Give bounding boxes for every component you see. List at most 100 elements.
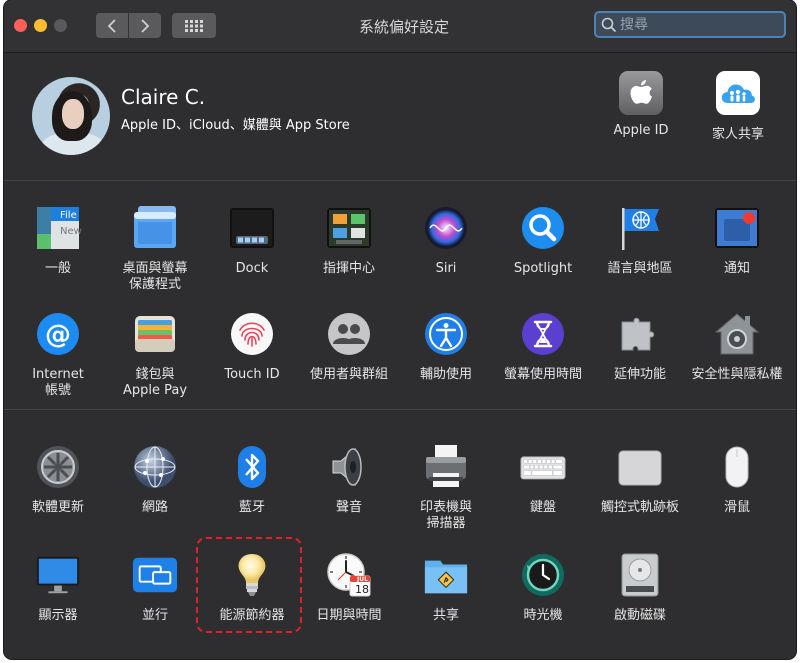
accessibility-icon (423, 311, 469, 357)
pref-sharing[interactable]: 共享 (399, 552, 493, 624)
pref-sidecar[interactable]: 並行 (108, 552, 202, 624)
pref-wallet-apple-pay[interactable]: 錢包與 Apple Pay (108, 311, 202, 399)
pref-desktop-screensaver[interactable]: 桌面與螢幕 保護程式 (108, 205, 202, 293)
avatar[interactable] (32, 77, 110, 155)
show-all-button[interactable] (172, 13, 216, 38)
forward-button[interactable] (129, 13, 161, 38)
close-button[interactable] (14, 19, 27, 32)
pref-label: 鍵盤 (529, 500, 556, 515)
pref-label: 網路 (141, 500, 168, 515)
zoom-button[interactable] (54, 19, 67, 32)
users-icon (326, 311, 372, 357)
pref-label: 印表機與 掃描器 (419, 500, 472, 531)
sidecar-icon (132, 552, 178, 598)
speaker-icon (326, 444, 372, 490)
mouse-icon (714, 444, 760, 490)
general-new-text: New (60, 226, 82, 237)
pref-displays[interactable]: 顯示器 (11, 552, 105, 624)
pref-label: 指揮中心 (322, 261, 375, 276)
pref-label: 通知 (723, 261, 750, 276)
pref-time-machine[interactable]: 時光機 (496, 552, 590, 624)
pref-label: 滑鼠 (723, 500, 750, 515)
hard-disk-icon (617, 552, 663, 598)
pref-label: 並行 (141, 608, 168, 623)
pref-screen-time[interactable]: 螢幕使用時間 (496, 311, 590, 383)
chevron-right-icon (141, 18, 150, 33)
pref-accessibility[interactable]: 輔助使用 (399, 311, 493, 383)
pref-notifications[interactable]: 通知 (690, 205, 784, 277)
window-title: 系統偏好設定 (358, 18, 449, 36)
bluetooth-icon (229, 444, 275, 490)
general-file-text: File (60, 210, 77, 221)
pref-printers-scanners[interactable]: 印表機與 掃描器 (399, 444, 493, 532)
pref-family-sharing[interactable]: 家人共享 (693, 71, 783, 142)
pref-label: 藍牙 (238, 500, 265, 515)
pref-label: 時光機 (523, 608, 563, 623)
pref-label: Siri (435, 261, 457, 276)
sharing-folder-icon (423, 552, 469, 598)
title-bar: 系統偏好設定 (4, 0, 796, 53)
pref-trackpad[interactable]: 觸控式軌跡板 (593, 444, 687, 516)
notifications-icon (714, 205, 760, 251)
spotlight-icon (520, 205, 566, 251)
pref-spotlight[interactable]: Spotlight (496, 205, 590, 277)
pref-siri[interactable]: Siri (399, 205, 493, 277)
pref-label: 一般 (44, 261, 71, 276)
system-preferences-window: 系統偏好設定 Claire C. Apple ID、iCloud、媒體與 App… (4, 0, 796, 659)
pref-label: 使用者與群組 (309, 367, 388, 382)
pref-internet-accounts[interactable]: @ Internet 帳號 (11, 311, 105, 399)
pref-label: Dock (235, 261, 269, 276)
pref-general[interactable]: File New 一般 (11, 205, 105, 277)
minimize-button[interactable] (34, 19, 47, 32)
pref-language-region[interactable]: 語言與地區 (593, 205, 687, 277)
pref-software-update[interactable]: 軟體更新 (11, 444, 105, 516)
wallet-icon (132, 311, 178, 357)
apple-icon (619, 71, 663, 115)
pref-label: 聲音 (335, 500, 362, 515)
family-cloud-icon (716, 71, 760, 115)
gear-icon (35, 444, 81, 490)
back-button[interactable] (96, 13, 128, 38)
mission-control-icon (326, 205, 372, 251)
search-field[interactable] (594, 11, 786, 38)
dock-icon (229, 205, 275, 251)
pref-mission-control[interactable]: 指揮中心 (302, 205, 396, 277)
pref-network[interactable]: 網路 (108, 444, 202, 516)
search-input[interactable] (618, 16, 780, 33)
pref-apple-id[interactable]: Apple ID (596, 71, 686, 138)
pref-users-groups[interactable]: 使用者與群組 (302, 311, 396, 383)
pref-label: 軟體更新 (31, 500, 84, 515)
pref-dock[interactable]: Dock (205, 205, 299, 277)
pref-label: 語言與地區 (607, 261, 673, 276)
pref-security-privacy[interactable]: 安全性與隱私權 (690, 311, 784, 383)
pref-label: 安全性與隱私權 (691, 367, 783, 382)
pref-date-time[interactable]: JUL 18 日期與時間 (302, 552, 396, 624)
pref-startup-disk[interactable]: 啟動磁碟 (593, 552, 687, 624)
hourglass-icon (520, 311, 566, 357)
pref-label: 桌面與螢幕 保護程式 (122, 261, 188, 292)
time-machine-icon (520, 552, 566, 598)
pref-bluetooth[interactable]: 藍牙 (205, 444, 299, 516)
pref-label: 顯示器 (38, 608, 78, 623)
calendar-day: 18 (355, 583, 369, 596)
grid-icon (185, 19, 203, 32)
pref-extensions[interactable]: 延伸功能 (593, 311, 687, 383)
svg-text:@: @ (45, 320, 71, 350)
pref-label: 輔助使用 (419, 367, 472, 382)
pref-label: 日期與時間 (316, 608, 382, 623)
pref-touch-id[interactable]: Touch ID (205, 311, 299, 383)
pref-keyboard[interactable]: 鍵盤 (496, 444, 590, 516)
house-lock-icon (714, 311, 760, 357)
desktop-icon (132, 205, 178, 251)
user-name[interactable]: Claire C. (121, 85, 205, 109)
pref-sound[interactable]: 聲音 (302, 444, 396, 516)
clock-calendar-icon: JUL 18 (326, 552, 372, 598)
account-section: Claire C. Apple ID、iCloud、媒體與 App Store … (4, 53, 796, 181)
printer-icon (423, 444, 469, 490)
trackpad-icon (617, 444, 663, 490)
energy-saver-highlight (196, 537, 302, 633)
chevron-left-icon (107, 18, 116, 33)
user-subtitle[interactable]: Apple ID、iCloud、媒體與 App Store (121, 114, 350, 133)
pref-mouse[interactable]: 滑鼠 (690, 444, 784, 516)
calendar-month: JUL (357, 576, 368, 583)
